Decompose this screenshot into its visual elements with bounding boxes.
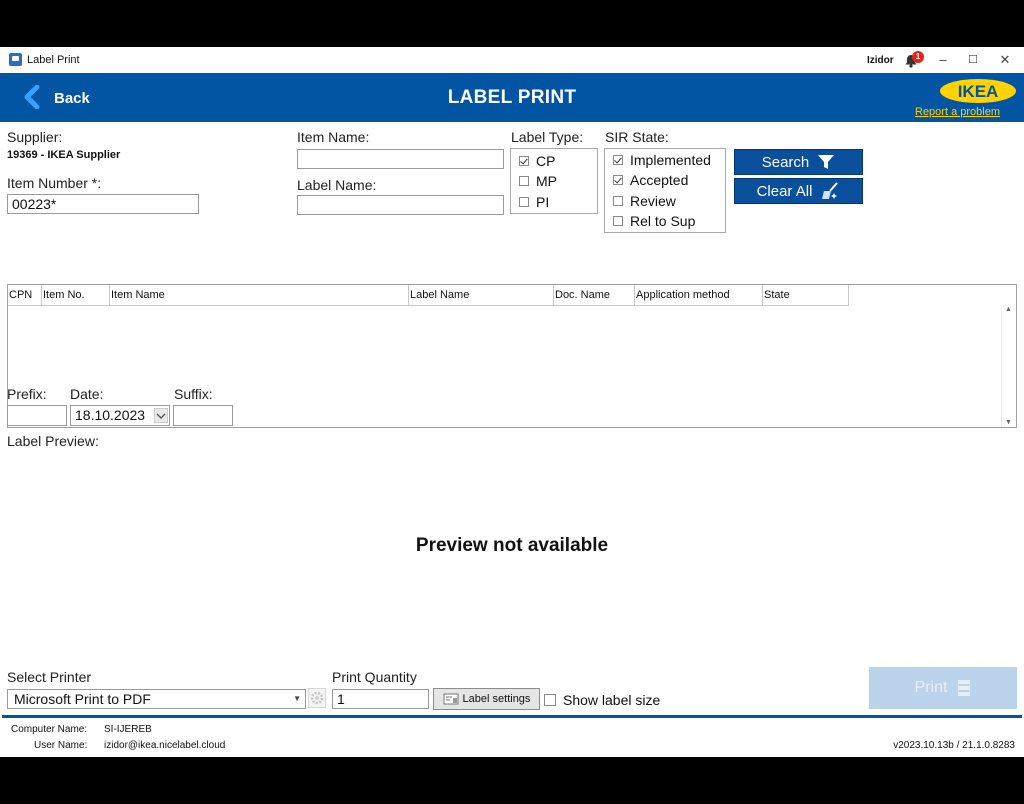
sir-implemented-checkbox[interactable]: Implemented	[613, 151, 711, 169]
prefix-input[interactable]	[7, 405, 67, 426]
label-name-input[interactable]	[297, 195, 504, 215]
computer-name-label: Computer Name:	[11, 724, 88, 735]
sir-state-group: Implemented Accepted Review Rel to Sup	[604, 148, 726, 233]
label-type-mp-checkbox[interactable]: MP	[519, 172, 557, 190]
user-name-value: izidor@ikea.nicelabel.cloud	[104, 740, 226, 751]
table-header: CPN Item No. Item Name Label Name Doc. N…	[8, 285, 849, 306]
clear-all-label: Clear All	[756, 182, 813, 200]
label-name-label: Label Name:	[297, 177, 377, 193]
column-header-state[interactable]: State	[763, 285, 849, 305]
supplier-value: 19369 - IKEA Supplier	[7, 149, 121, 161]
date-label: Date:	[70, 386, 104, 402]
footer-divider	[2, 715, 1022, 718]
checkbox-icon	[544, 694, 556, 706]
svg-text:IKEA: IKEA	[958, 82, 999, 101]
item-number-label: Item Number *:	[7, 175, 102, 191]
column-header-item-no[interactable]: Item No.	[42, 285, 110, 305]
sir-review-checkbox[interactable]: Review	[613, 192, 676, 210]
column-header-application-method[interactable]: Application method	[635, 285, 763, 305]
gear-icon[interactable]	[308, 688, 326, 708]
label-settings-button[interactable]: Label settings	[433, 688, 540, 710]
label-settings-label: Label settings	[462, 693, 531, 705]
item-name-label: Item Name:	[297, 129, 370, 145]
filter-icon	[817, 154, 835, 170]
column-header-doc-name[interactable]: Doc. Name	[554, 285, 635, 305]
prefix-label: Prefix:	[7, 386, 47, 402]
column-header-item-name[interactable]: Item Name	[110, 285, 409, 305]
label-type-group: CP MP PI	[510, 148, 598, 214]
sir-implemented-text: Implemented	[630, 152, 711, 168]
scroll-up-icon[interactable]: ▲	[1005, 306, 1012, 313]
column-header-label-name[interactable]: Label Name	[409, 285, 554, 305]
print-quantity-input[interactable]: 1	[332, 689, 429, 709]
date-picker[interactable]: 18.10.2023	[70, 405, 170, 426]
column-header-cpn[interactable]: CPN	[8, 285, 42, 305]
checkbox-checked-icon	[613, 155, 623, 165]
sir-rel-to-sup-text: Rel to Sup	[630, 213, 696, 229]
suffix-input[interactable]	[173, 405, 233, 426]
show-label-size-checkbox[interactable]: Show label size	[544, 691, 660, 709]
suffix-label: Suffix:	[174, 386, 213, 402]
dropdown-arrow-icon: ▼	[293, 694, 301, 703]
checkbox-icon	[519, 197, 529, 207]
sir-state-label: SIR State:	[605, 129, 669, 145]
sir-rel-to-sup-checkbox[interactable]: Rel to Sup	[613, 212, 695, 230]
broom-icon	[820, 182, 840, 200]
app-window: Label Print Izidor 1 – ☐ ✕ Back LABEL PR…	[0, 47, 1024, 757]
date-value: 18.10.2023	[75, 407, 146, 423]
sir-accepted-checkbox[interactable]: Accepted	[613, 171, 688, 189]
printer-value: Microsoft Print to PDF	[14, 691, 151, 707]
label-type-pi-checkbox[interactable]: PI	[519, 193, 549, 211]
scroll-down-icon[interactable]: ▼	[1005, 419, 1012, 426]
label-preview-label: Label Preview:	[7, 433, 99, 449]
show-label-size-text: Show label size	[563, 692, 661, 708]
app-header: Back LABEL PRINT IKEA Report a problem	[0, 73, 1024, 122]
printer-select[interactable]: Microsoft Print to PDF ▼	[7, 689, 306, 709]
search-button-label: Search	[761, 153, 810, 171]
checkbox-checked-icon	[519, 156, 529, 166]
checkbox-checked-icon	[613, 175, 623, 185]
item-name-input[interactable]	[297, 149, 504, 169]
window-title: Label Print	[27, 54, 80, 66]
user-name-label: User Name:	[34, 740, 88, 751]
print-button[interactable]: Print	[869, 667, 1017, 709]
label-type-mp-text: MP	[536, 173, 557, 189]
printer-icon	[958, 680, 971, 696]
close-button[interactable]: ✕	[995, 51, 1015, 69]
supplier-label: Supplier:	[7, 129, 63, 145]
chevron-down-icon[interactable]	[154, 408, 168, 423]
checkbox-icon	[519, 176, 529, 186]
version-info: v2023.10.13b / 21.1.0.8283	[893, 740, 1015, 751]
label-type-cp-checkbox[interactable]: CP	[519, 152, 555, 170]
label-type-label: Label Type:	[511, 129, 584, 145]
computer-name-value: SI-IJEREB	[104, 724, 152, 735]
notification-badge: 1	[912, 51, 924, 63]
print-quantity-label: Print Quantity	[332, 669, 417, 685]
preview-message: Preview not available	[415, 535, 609, 556]
checkbox-icon	[613, 216, 623, 226]
report-problem-link[interactable]: Report a problem	[915, 106, 1000, 118]
maximize-button[interactable]: ☐	[963, 51, 983, 69]
sir-review-text: Review	[630, 193, 676, 209]
page-title: LABEL PRINT	[447, 87, 577, 108]
vertical-scrollbar[interactable]: ▲ ▼	[1001, 305, 1016, 427]
select-printer-label: Select Printer	[7, 669, 92, 685]
minimize-button[interactable]: –	[933, 51, 953, 69]
label-type-cp-text: CP	[536, 153, 556, 169]
search-button[interactable]: Search	[734, 149, 863, 175]
app-icon	[9, 53, 22, 66]
checkbox-icon	[613, 196, 623, 206]
current-user: Izidor	[867, 55, 894, 66]
title-bar: Label Print Izidor 1 – ☐ ✕	[0, 47, 1024, 73]
label-settings-icon	[443, 693, 459, 705]
label-type-pi-text: PI	[536, 194, 550, 210]
item-number-input[interactable]: 00223*	[7, 194, 199, 214]
print-button-label: Print	[914, 679, 948, 696]
sir-accepted-text: Accepted	[630, 172, 689, 188]
clear-all-button[interactable]: Clear All	[734, 178, 863, 204]
ikea-logo: IKEA	[939, 78, 1017, 104]
